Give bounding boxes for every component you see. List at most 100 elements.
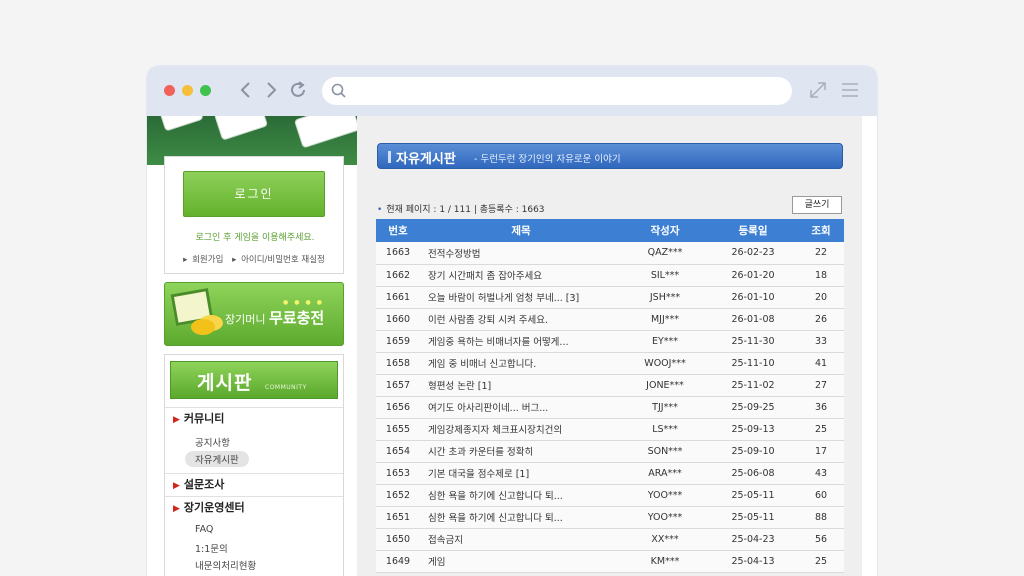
post-date: 25-11-30 xyxy=(708,330,798,353)
menu-section-community-label: 커뮤니티 xyxy=(183,412,225,425)
charge-banner-big: 무료충전 xyxy=(268,309,325,327)
expand-icon[interactable] xyxy=(807,79,829,101)
menu-item-inquiry-status[interactable]: 내문의처리현황 xyxy=(195,558,256,572)
menu-item-free-board[interactable]: 자유게시판 xyxy=(185,451,249,467)
close-window-button[interactable] xyxy=(164,85,175,96)
table-row[interactable]: 1655 게임강제종지자 체크표시장치건의 LS*** 25-09-13 25 xyxy=(376,418,844,441)
column-header-subject: 제목 xyxy=(420,219,622,242)
menu-section-support-center[interactable]: ▶ 장기운영센터 xyxy=(165,496,343,518)
table-row[interactable]: 1649 게임 KM*** 25-04-13 25 xyxy=(376,550,844,573)
post-views: 33 xyxy=(798,330,844,353)
board-header: 자유게시판 - 두런두런 장기인의 자유로운 이야기 xyxy=(377,143,843,169)
table-row[interactable]: 1657 형편성 논란 [1] JONE*** 25-11-02 27 xyxy=(376,374,844,397)
table-row[interactable]: 1659 게임중 욕하는 비매너자를 어떻게... EY*** 25-11-30 33 xyxy=(376,330,844,353)
board-content: 자유게시판 - 두런두런 장기인의 자유로운 이야기 • 현재 페이지 : 1 /… xyxy=(357,116,862,576)
post-subject-link[interactable]: 오늘 바람이 허벌나게 엄청 부네... [3] xyxy=(420,286,622,309)
post-subject-link[interactable]: 시간 초과 카운터를 정확히 xyxy=(420,440,622,463)
menu-section-survey[interactable]: ▶ 설문조사 xyxy=(165,473,343,495)
post-views: 18 xyxy=(798,264,844,287)
page-info-text: 현재 페이지 : 1 / 111 | 총등록수 : 1663 xyxy=(386,205,545,215)
login-message: 로그인 후 게임을 이용해주세요. xyxy=(195,233,315,243)
signup-link[interactable]: ▸ 회원가입 xyxy=(183,255,225,265)
post-views: 56 xyxy=(798,528,844,551)
post-number: 1663 xyxy=(376,242,420,265)
post-subject-link[interactable]: 여기도 아사리판이네... 버그... xyxy=(420,396,622,419)
table-row[interactable]: 1663 전적수정방법 QAZ*** 26-02-23 22 xyxy=(376,242,844,265)
table-row[interactable]: 1654 시간 초과 카운터를 정확히 SON*** 25-09-10 17 xyxy=(376,440,844,463)
page-content: 로그인 로그인 후 게임을 이용해주세요. ▸ 회원가입 ▸ 아이디/비밀번호 … xyxy=(147,116,877,576)
post-subject-link[interactable]: 게임중 욕하는 비매너자를 어떻게... xyxy=(420,330,622,353)
reload-icon[interactable] xyxy=(287,78,309,102)
post-subject-link[interactable]: 심한 욕을 하기에 신고합니다 퇴... xyxy=(420,484,622,507)
post-subject-link[interactable]: 형편성 논란 [1] xyxy=(420,374,622,397)
login-box: 로그인 로그인 후 게임을 이용해주세요. ▸ 회원가입 ▸ 아이디/비밀번호 … xyxy=(164,156,344,274)
chevron-left-icon[interactable] xyxy=(235,78,257,102)
browser-toolbar xyxy=(147,66,877,116)
post-views: 22 xyxy=(798,242,844,265)
post-subject-link[interactable]: 기본 대국을 점수제로 [1] xyxy=(420,462,622,485)
column-header-views: 조회 xyxy=(798,219,844,242)
board-menu: 게시판 COMMUNITY ▶ 커뮤니티 공지사항 자유게시판 ▶ 설문조사 ▶ 장기… xyxy=(164,354,344,576)
free-charge-banner[interactable]: ●●●● 장기머니 무료충전 xyxy=(164,282,344,346)
post-date: 26-02-23 xyxy=(708,242,798,265)
table-row[interactable]: 1652 심한 욕을 하기에 신고합니다 퇴... YOO*** 25-05-11 60 xyxy=(376,484,844,507)
post-date: 25-04-13 xyxy=(708,550,798,573)
board-subtitle: - 두런두런 장기인의 자유로운 이야기 xyxy=(474,154,621,165)
post-views: 27 xyxy=(798,374,844,397)
page-info: • 현재 페이지 : 1 / 111 | 총등록수 : 1663 xyxy=(377,202,545,215)
minimize-window-button[interactable] xyxy=(182,85,193,96)
write-button[interactable]: 글쓰기 xyxy=(792,196,842,214)
post-number: 1657 xyxy=(376,374,420,397)
hamburger-menu-icon[interactable] xyxy=(839,79,861,101)
menu-item-notice[interactable]: 공지사항 xyxy=(195,435,230,449)
table-row[interactable]: 1662 장기 시간패치 좀 잡아주세요 SIL*** 26-01-20 18 xyxy=(376,264,844,287)
address-bar[interactable] xyxy=(322,77,792,105)
table-row[interactable]: 1656 여기도 아사리판이네... 버그... TJJ*** 25-09-25 36 xyxy=(376,396,844,419)
post-subject-link[interactable]: 이런 사람좀 강퇴 시켜 주세요. xyxy=(420,308,622,331)
chevron-right-icon[interactable] xyxy=(260,78,282,102)
post-subject-link[interactable]: 심한 욕을 하기에 신고합니다 퇴... xyxy=(420,506,622,529)
post-views: 41 xyxy=(798,352,844,375)
post-subject-link[interactable]: 장기 시간패치 좀 잡아주세요 xyxy=(420,264,622,287)
find-id-password-link[interactable]: ▸ 아이디/비밀번호 재실정 xyxy=(232,255,327,265)
table-row[interactable]: 1650 접속금지 XX*** 25-04-23 56 xyxy=(376,528,844,551)
table-row[interactable]: 1661 오늘 바람이 허벌나게 엄청 부네... [3] JSH*** 26-01-… xyxy=(376,286,844,309)
menu-section-community[interactable]: ▶ 커뮤니티 xyxy=(165,407,343,429)
post-author: YOO*** xyxy=(622,506,708,529)
board-title: 자유게시판 xyxy=(396,152,456,167)
post-author: SON*** xyxy=(622,440,708,463)
post-subject-link[interactable]: 게임 xyxy=(420,550,622,573)
signup-link-label: 회원가입 xyxy=(192,255,224,265)
table-header-row: 번호 제목 작성자 등록일 조회 xyxy=(376,219,844,242)
left-sidebar: 로그인 로그인 후 게임을 이용해주세요. ▸ 회원가입 ▸ 아이디/비밀번호 … xyxy=(147,116,361,576)
post-number: 1659 xyxy=(376,330,420,353)
post-author: QAZ*** xyxy=(622,242,708,265)
post-subject-link[interactable]: 게임 중 비매너 신고합니다. xyxy=(420,352,622,375)
post-author: MJJ*** xyxy=(622,308,708,331)
table-row[interactable]: 1660 이런 사람좀 강퇴 시켜 주세요. MJJ*** 26-01-08 26 xyxy=(376,308,844,331)
table-row[interactable]: 1658 게임 중 비매너 신고합니다. WOOJ*** 25-11-10 41 xyxy=(376,352,844,375)
post-subject-link[interactable]: 전적수정방법 xyxy=(420,242,622,265)
post-views: 26 xyxy=(798,308,844,331)
post-views: 17 xyxy=(798,440,844,463)
maximize-window-button[interactable] xyxy=(200,85,211,96)
table-row[interactable]: 1653 기본 대국을 점수제로 [1] ARA*** 25-06-08 43 xyxy=(376,462,844,485)
post-number: 1658 xyxy=(376,352,420,375)
post-subject-link[interactable]: 접속금지 xyxy=(420,528,622,551)
post-subject-link[interactable]: 게임강제종지자 체크표시장치건의 xyxy=(420,418,622,441)
post-views: 36 xyxy=(798,396,844,419)
login-button[interactable]: 로그인 xyxy=(183,171,325,217)
post-author: LS*** xyxy=(622,418,708,441)
post-list: 1663 전적수정방법 QAZ*** 26-02-23 22 1662 장기 시간패치 좀 … xyxy=(376,242,844,573)
charge-banner-label: 장기머니 무료충전 xyxy=(225,307,324,328)
menu-item-faq[interactable]: FAQ xyxy=(195,524,213,535)
post-date: 25-09-25 xyxy=(708,396,798,419)
column-header-number: 번호 xyxy=(376,219,420,242)
menu-section-survey-label: 설문조사 xyxy=(183,478,225,491)
menu-item-inquiry[interactable]: 1:1문의 xyxy=(195,541,228,555)
table-row[interactable]: 1651 심한 욕을 하기에 신고합니다 퇴... YOO*** 25-05-11 88 xyxy=(376,506,844,529)
post-table: 번호 제목 작성자 등록일 조회 1663 전적수정방법 QAZ*** 26-02-2… xyxy=(376,219,844,573)
post-date: 25-09-10 xyxy=(708,440,798,463)
board-menu-title-small: COMMUNITY xyxy=(265,384,307,391)
post-views: 43 xyxy=(798,462,844,485)
